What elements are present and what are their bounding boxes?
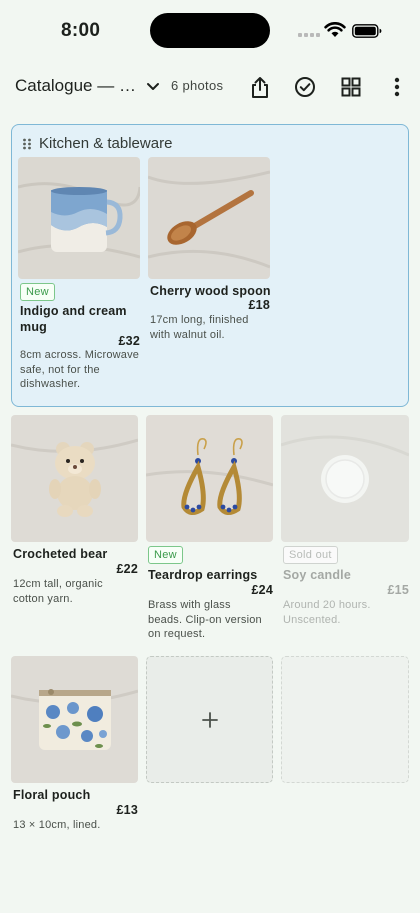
grid-view-icon <box>341 77 361 97</box>
item-description: Brass with glass beads. Clip-on version … <box>148 599 262 640</box>
item-name: Teardrop earrings <box>148 568 258 582</box>
cellular-signal-icon <box>298 33 320 37</box>
pouch-photo <box>11 656 138 783</box>
badge-sold-out: Sold out <box>283 546 338 564</box>
item-name: Crocheted bear <box>13 547 108 561</box>
item-price: £15 <box>387 583 409 597</box>
candle-photo <box>281 415 409 542</box>
mug-photo <box>18 157 140 279</box>
more-options-button[interactable] <box>382 72 412 102</box>
item-card-earrings[interactable]: New Teardrop earrings £24 Brass with gla… <box>146 415 273 645</box>
item-name: Cherry wood spoon <box>150 284 271 298</box>
grid-view-button[interactable] <box>336 72 366 102</box>
plus-icon <box>201 711 218 728</box>
item-card-mug[interactable]: New Indigo and cream mug £32 8cm across.… <box>18 157 140 397</box>
item-name: Soy candle <box>283 568 351 582</box>
item-description: 17cm long, finished with walnut oil. <box>150 314 249 341</box>
earrings-photo <box>146 415 273 542</box>
section-title: Kitchen & tableware <box>39 135 173 152</box>
item-description: Around 20 hours. Unscented. <box>283 599 371 626</box>
item-description: 8cm across. Microwave safe, not for the … <box>20 349 140 390</box>
share-icon <box>252 77 268 98</box>
battery-icon <box>352 24 382 38</box>
chevron-down-icon[interactable] <box>144 77 162 95</box>
photo-count: 6 photos <box>171 78 224 93</box>
item-description: 13 × 10cm, lined. <box>13 819 101 831</box>
bear-photo <box>11 415 138 542</box>
check-circle-icon <box>295 77 315 97</box>
item-card-candle[interactable]: Sold out Soy candle £15 Around 20 hours.… <box>281 415 409 626</box>
item-price: £13 <box>116 803 138 817</box>
drag-handle-icon[interactable] <box>22 138 32 150</box>
item-card-pouch[interactable]: Floral pouch £13 13 × 10cm, lined. <box>11 656 138 836</box>
empty-slot-tile[interactable] <box>281 656 409 783</box>
badge-new: New <box>148 546 183 564</box>
item-price: £18 <box>248 298 270 312</box>
status-bar: 8:00 <box>0 0 420 60</box>
wifi-icon <box>324 22 346 37</box>
item-name: Floral pouch <box>13 788 91 802</box>
app-bar: Catalogue — s... 6 photos <box>0 62 420 112</box>
badge-new: New <box>20 283 55 301</box>
add-photo-tile[interactable] <box>146 656 273 783</box>
dynamic-island <box>150 13 270 48</box>
item-price: £22 <box>116 562 138 576</box>
item-card-spoon[interactable]: Cherry wood spoon £18 17cm long, finishe… <box>148 157 271 347</box>
item-price: £32 <box>118 334 140 348</box>
item-description: 12cm tall, organic cotton yarn. <box>13 578 103 605</box>
more-vert-icon <box>394 77 400 97</box>
item-card-bear[interactable]: Crocheted bear £22 12cm tall, organic co… <box>11 415 138 615</box>
catalogue-title[interactable]: Catalogue — s... <box>15 76 140 96</box>
spoon-photo <box>148 157 270 279</box>
item-price: £24 <box>251 583 273 597</box>
status-time: 8:00 <box>61 20 101 41</box>
item-name: Indigo and cream mug <box>20 304 127 334</box>
select-button[interactable] <box>290 72 320 102</box>
share-button[interactable] <box>245 72 275 102</box>
